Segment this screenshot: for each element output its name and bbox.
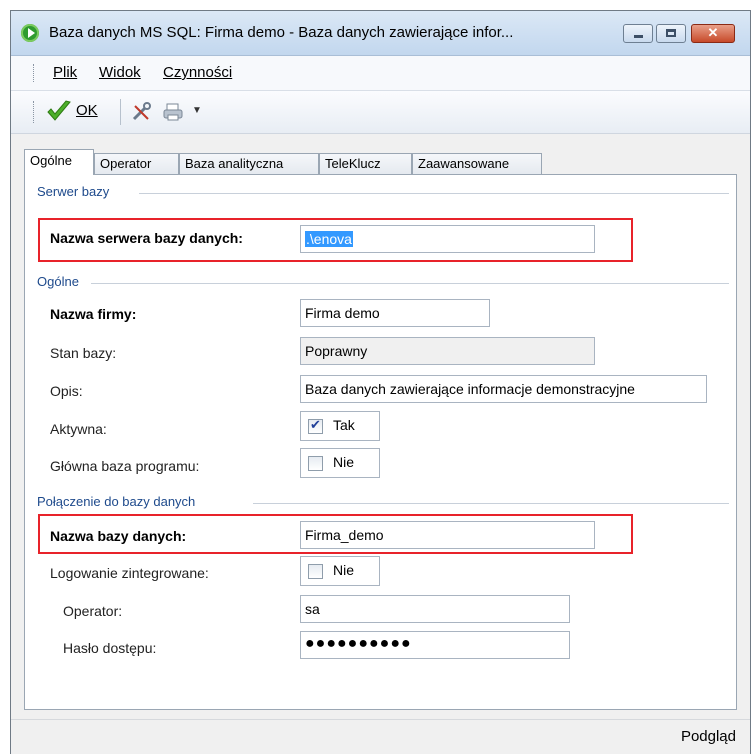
integrated-login-checkbox-box[interactable] [308, 564, 323, 579]
group-divider [253, 503, 729, 504]
db-state-field: Poprawny [300, 337, 595, 365]
maximize-icon [666, 29, 676, 37]
close-button[interactable]: ✕ [691, 24, 735, 43]
menu-widok-label: Widok [99, 64, 141, 81]
operator-value: sa [305, 601, 320, 617]
toolbar: OK ▼ [11, 91, 750, 134]
password-value: ●●●●●●●●●● [305, 635, 412, 652]
menu-grip[interactable] [33, 64, 37, 82]
main-db-label: Główna baza programu: [50, 458, 200, 474]
description-value: Baza danych zawierające informacje demon… [305, 381, 635, 397]
group-title-server: Serwer bazy [37, 184, 110, 199]
highlight-box-server [38, 218, 633, 262]
app-play-icon [21, 24, 39, 42]
tools-icon[interactable] [131, 101, 153, 123]
close-icon: ✕ [707, 25, 719, 40]
tab-operator[interactable]: Operator [94, 153, 179, 175]
company-name-value: Firma demo [305, 305, 380, 321]
preview-button[interactable]: Podgląd [681, 728, 736, 745]
integrated-login-label: Logowanie zintegrowane: [50, 565, 209, 581]
tab-ogolne-label: Ogólne [30, 153, 72, 168]
check-icon[interactable] [46, 99, 72, 123]
dialog-window: Baza danych MS SQL: Firma demo - Baza da… [10, 10, 751, 754]
menu-widok[interactable]: Widok [99, 64, 141, 81]
status-bar: Podgląd [11, 719, 750, 754]
tab-panel-ogolne: Serwer bazy Nazwa serwera bazy danych: .… [24, 174, 737, 710]
active-label: Aktywna: [50, 421, 107, 437]
tab-operator-label: Operator [100, 156, 152, 171]
description-label: Opis: [50, 383, 83, 399]
active-checkbox[interactable]: Tak [300, 411, 380, 441]
window-title: Baza danych MS SQL: Firma demo - Baza da… [49, 24, 514, 41]
operator-label: Operator: [63, 603, 123, 619]
main-db-checkbox[interactable]: Nie [300, 448, 380, 478]
password-label: Hasło dostępu: [63, 640, 157, 656]
minimize-button[interactable] [623, 24, 653, 43]
tab-teleklucz-label: TeleKlucz [325, 156, 381, 171]
db-state-label: Stan bazy: [50, 345, 117, 361]
group-title-connection: Połączenie do bazy danych [37, 494, 196, 509]
printer-icon[interactable] [162, 101, 184, 123]
menu-plik[interactable]: Plik [53, 64, 77, 81]
tab-baza-analityczna-label: Baza analityczna [185, 156, 284, 171]
title-bar[interactable]: Baza danych MS SQL: Firma demo - Baza da… [11, 11, 750, 56]
tab-ogolne[interactable]: Ogólne [24, 149, 94, 175]
company-name-field[interactable]: Firma demo [300, 299, 490, 327]
active-checkbox-box[interactable] [308, 417, 323, 434]
dropdown-arrow-icon[interactable]: ▼ [192, 105, 202, 116]
menu-bar: Plik Widok Czynności [11, 56, 750, 91]
active-value: Tak [333, 417, 355, 433]
minimize-icon [634, 35, 643, 38]
ok-label: OK [76, 102, 98, 119]
tab-teleklucz[interactable]: TeleKlucz [319, 153, 412, 175]
main-db-value: Nie [333, 454, 355, 470]
maximize-button[interactable] [656, 24, 686, 43]
highlight-box-db-name [38, 514, 633, 554]
tab-zaawansowane[interactable]: Zaawansowane [412, 153, 542, 175]
db-state-value: Poprawny [305, 343, 368, 359]
password-field[interactable]: ●●●●●●●●●● [300, 631, 570, 659]
description-field[interactable]: Baza danych zawierające informacje demon… [300, 375, 707, 403]
menu-czynnosci-label: Czynności [163, 64, 233, 81]
group-divider [139, 193, 729, 194]
main-db-checkbox-box[interactable] [308, 456, 323, 471]
tab-zaawansowane-label: Zaawansowane [418, 156, 510, 171]
menu-plik-label: Plik [53, 64, 78, 81]
toolbar-separator [120, 99, 121, 125]
operator-field[interactable]: sa [300, 595, 570, 623]
integrated-login-value: Nie [333, 562, 355, 578]
group-divider [91, 283, 729, 284]
group-title-general: Ogólne [37, 274, 79, 289]
toolbar-grip[interactable] [33, 101, 34, 123]
menu-czynnosci[interactable]: Czynności [163, 64, 232, 81]
integrated-login-checkbox[interactable]: Nie [300, 556, 380, 586]
ok-button[interactable]: OK [76, 102, 98, 119]
company-name-label: Nazwa firmy: [50, 306, 137, 322]
tab-baza-analityczna[interactable]: Baza analityczna [179, 153, 319, 175]
